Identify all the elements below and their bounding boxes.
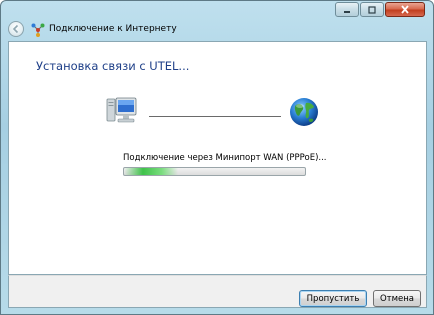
content-panel: Установка связи с UTEL... Подключение че… bbox=[8, 41, 427, 275]
close-icon bbox=[401, 5, 409, 14]
window-title: Подключение к Интернету bbox=[49, 24, 177, 34]
computer-icon bbox=[106, 97, 137, 123]
close-button[interactable] bbox=[385, 2, 425, 17]
maximize-icon bbox=[368, 5, 376, 14]
caption-buttons bbox=[335, 2, 425, 17]
minimize-button[interactable] bbox=[335, 2, 359, 17]
maximize-button[interactable] bbox=[360, 2, 384, 17]
minimize-icon bbox=[344, 10, 350, 13]
network-wizard-icon bbox=[31, 23, 45, 37]
status-text: Подключение через Минипорт WAN (PPPoE)..… bbox=[123, 153, 327, 163]
progress-fill bbox=[124, 168, 179, 175]
button-bar: Пропустить Отмена bbox=[8, 275, 427, 308]
cancel-button[interactable]: Отмена bbox=[373, 290, 421, 307]
title-bar[interactable]: Подключение к Интернету bbox=[1, 1, 433, 41]
connection-line bbox=[149, 116, 281, 117]
back-button[interactable] bbox=[8, 21, 24, 37]
skip-button[interactable]: Пропустить bbox=[299, 290, 367, 307]
dialog-window: Подключение к Интернету Установка связи … bbox=[0, 0, 434, 315]
page-heading: Установка связи с UTEL... bbox=[36, 59, 190, 73]
back-arrow-icon bbox=[12, 24, 19, 34]
progress-bar bbox=[123, 167, 306, 176]
globe-icon bbox=[290, 98, 318, 126]
